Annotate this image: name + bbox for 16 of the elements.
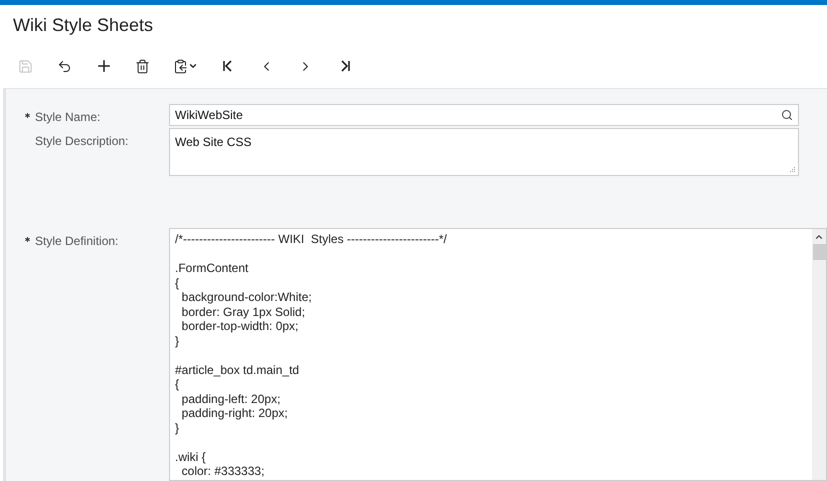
scroll-up-icon [814, 232, 824, 242]
save-icon [18, 58, 33, 74]
field-label: Style Name: [35, 109, 100, 126]
scrollbar[interactable] [812, 229, 826, 480]
field-label: Style Description: [35, 133, 128, 150]
window-title: Wiki Style Sheets [12, 14, 154, 36]
first-page-icon [220, 59, 234, 73]
search-icon [781, 109, 793, 121]
trash-icon [135, 58, 150, 74]
caret-icon [188, 61, 198, 71]
style-description-field[interactable]: Web Site CSS [169, 128, 799, 176]
clipboard-icon [172, 58, 188, 74]
field-label: Style Definition: [35, 233, 118, 250]
scroll-thumb[interactable] [812, 244, 826, 260]
style-name-field[interactable]: WikiWebSite [169, 104, 799, 126]
undo-icon [57, 58, 72, 74]
